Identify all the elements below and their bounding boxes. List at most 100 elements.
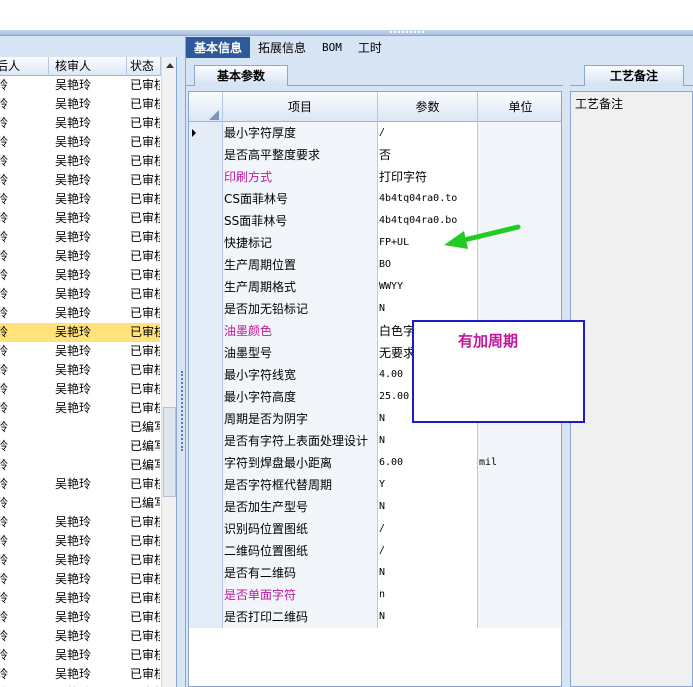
list-row[interactable]: 玲吴艳玲 已审核 [0, 304, 160, 323]
list-row[interactable]: 玲吴艳玲 已审核 [0, 475, 160, 494]
grid-row[interactable]: 是否有二维码 N [189, 562, 561, 584]
grid-row[interactable]: 是否打印二维码 N [189, 606, 561, 628]
tab-basic-info[interactable]: 基本信息 [186, 37, 251, 58]
row-indicator[interactable] [189, 122, 223, 144]
grid-row[interactable]: 印刷方式 打印字符 [189, 166, 561, 188]
row-indicator[interactable] [189, 298, 223, 320]
list-row[interactable]: 玲吴艳玲 已审核 [0, 551, 160, 570]
list-row[interactable]: 玲吴艳玲 已审核 [0, 608, 160, 627]
cell-param[interactable]: N [378, 430, 478, 452]
list-row[interactable]: 玲 已编写 [0, 494, 160, 513]
row-indicator[interactable] [189, 430, 223, 452]
list-row[interactable]: 玲吴艳玲 已审核 [0, 665, 160, 684]
col-header-status[interactable]: 状态 [127, 57, 161, 76]
row-indicator[interactable] [189, 364, 223, 386]
tab-work-hours[interactable]: 工时 [350, 37, 390, 59]
grid-row[interactable]: 最小字符厚度 / [189, 122, 561, 144]
row-indicator[interactable] [189, 254, 223, 276]
cell-param[interactable]: Y [378, 474, 478, 496]
grid-row[interactable]: 识别码位置图纸 / [189, 518, 561, 540]
row-indicator[interactable] [189, 210, 223, 232]
tab-basic-params[interactable]: 基本参数 [194, 65, 288, 86]
grid-row[interactable]: 字符到焊盘最小距离 6.00 mil [189, 452, 561, 474]
list-row[interactable]: 玲吴艳玲 已审核 [0, 190, 160, 209]
list-row[interactable]: 玲吴艳玲 已审核 [0, 228, 160, 247]
cell-param[interactable]: N [378, 496, 478, 518]
scrollbar-thumb[interactable] [163, 407, 176, 497]
list-row[interactable]: 玲吴艳玲 已审核 [0, 114, 160, 133]
list-row[interactable]: 玲吴艳玲 已审核 [0, 342, 160, 361]
cell-unit[interactable] [478, 166, 561, 188]
row-indicator[interactable] [189, 320, 223, 342]
cell-param[interactable]: n [378, 584, 478, 606]
list-row[interactable]: 玲吴艳玲 已审核 [0, 133, 160, 152]
cell-unit[interactable]: mil [478, 452, 561, 474]
list-row[interactable]: 玲吴艳玲 已审核 [0, 266, 160, 285]
tab-process-remark[interactable]: 工艺备注 [584, 65, 684, 86]
cell-param[interactable]: / [378, 540, 478, 562]
row-indicator[interactable] [189, 474, 223, 496]
grid-row[interactable]: CS面菲林号 4b4tq04ra0.to [189, 188, 561, 210]
grid-row[interactable]: 二维码位置图纸 / [189, 540, 561, 562]
col-header-param[interactable]: 参数 [378, 92, 478, 122]
list-row[interactable]: 玲吴艳玲 已审核 [0, 209, 160, 228]
grid-row[interactable]: 是否高平整度要求否 [189, 144, 561, 166]
list-row[interactable]: 玲吴艳玲 已审核 [0, 513, 160, 532]
cell-unit[interactable] [478, 254, 561, 276]
cell-unit[interactable] [478, 606, 561, 628]
cell-param[interactable]: N [378, 562, 478, 584]
col-header-reviewer[interactable]: 核审人 [49, 57, 127, 76]
cell-unit[interactable] [478, 518, 561, 540]
grid-row[interactable]: 是否有字符上表面处理设计 N [189, 430, 561, 452]
list-row[interactable]: 玲吴艳玲 已审核 [0, 646, 160, 665]
list-row[interactable]: 玲吴艳玲 已审核 [0, 152, 160, 171]
row-indicator[interactable] [189, 276, 223, 298]
process-remark-panel[interactable]: 工艺备注 [570, 91, 693, 687]
tab-extended-info[interactable]: 拓展信息 [250, 37, 314, 59]
grid-row[interactable]: 是否字符框代替周期 Y [189, 474, 561, 496]
cell-unit[interactable] [478, 122, 561, 144]
row-indicator[interactable] [189, 562, 223, 584]
grid-row[interactable]: 是否单面字符 n [189, 584, 561, 606]
cell-param[interactable]: 4b4tq04ra0.to [378, 188, 478, 210]
col-header-unit[interactable]: 单位 [478, 92, 561, 122]
list-row[interactable]: 玲吴艳玲 已审核 [0, 627, 160, 646]
list-row[interactable]: 玲吴艳玲 已审核 [0, 76, 160, 95]
list-row[interactable]: 玲吴艳玲 已审核 [0, 361, 160, 380]
cell-unit[interactable] [478, 430, 561, 452]
cell-param[interactable]: WWYY [378, 276, 478, 298]
list-row[interactable]: 玲吴艳玲 已审核 [0, 380, 160, 399]
list-row[interactable]: 玲 已编写 [0, 437, 160, 456]
list-row[interactable]: 玲吴艳玲 已审核 [0, 570, 160, 589]
row-indicator[interactable] [189, 496, 223, 518]
list-row[interactable]: 玲吴艳玲 已审核 [0, 323, 160, 342]
cell-param[interactable]: / [378, 518, 478, 540]
list-row[interactable]: 玲吴艳玲 已审核 [0, 399, 160, 418]
splitter-grip[interactable] [181, 371, 183, 451]
row-indicator[interactable] [189, 188, 223, 210]
row-indicator[interactable] [189, 606, 223, 628]
cell-param[interactable]: 否 [378, 144, 478, 166]
row-indicator[interactable] [189, 342, 223, 364]
cell-param[interactable]: N [378, 606, 478, 628]
cell-param[interactable]: N [378, 298, 478, 320]
cell-param[interactable]: BO [378, 254, 478, 276]
list-row[interactable]: 玲吴艳玲 已审核 [0, 589, 160, 608]
list-row[interactable]: 玲吴艳玲 已审核 [0, 247, 160, 266]
list-row[interactable]: 玲吴艳玲 已审核 [0, 95, 160, 114]
panel-grip[interactable] [390, 31, 424, 34]
list-row[interactable]: 玲吴艳玲 已审核 [0, 532, 160, 551]
row-indicator[interactable] [189, 518, 223, 540]
cell-param[interactable]: / [378, 122, 478, 144]
cell-unit[interactable] [478, 144, 561, 166]
scroll-up-icon[interactable] [166, 63, 174, 68]
col-header-item[interactable]: 项目 [223, 92, 378, 122]
list-row[interactable]: 玲吴艳玲 已审核 [0, 171, 160, 190]
tab-bom[interactable]: BOM [314, 37, 350, 59]
cell-unit[interactable] [478, 276, 561, 298]
cell-unit[interactable] [478, 298, 561, 320]
row-indicator[interactable] [189, 386, 223, 408]
cell-param[interactable]: 打印字符 [378, 166, 478, 188]
grid-row[interactable]: 生产周期格式 WWYY [189, 276, 561, 298]
list-row[interactable]: 玲 已编写 [0, 418, 160, 437]
